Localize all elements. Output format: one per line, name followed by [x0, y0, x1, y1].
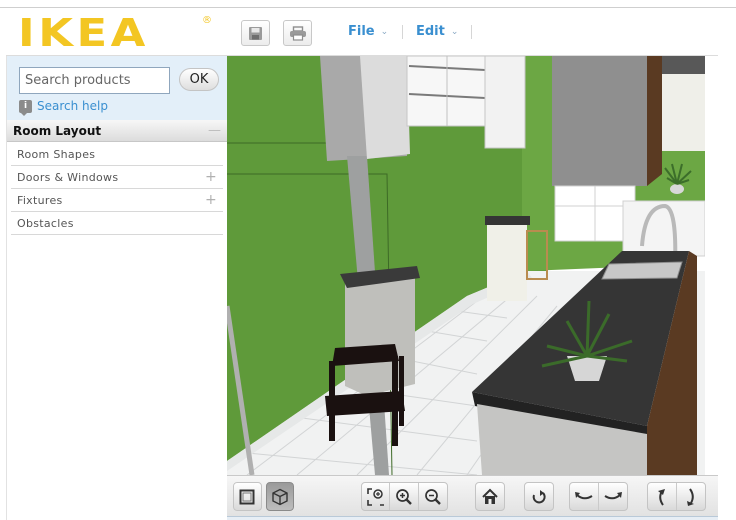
view-toolbar [227, 475, 718, 517]
cabinet-top [662, 56, 707, 74]
reset-rotation-button[interactable] [525, 483, 553, 510]
rotate-right-button[interactable] [599, 483, 627, 510]
search-help-label: Search help [37, 99, 108, 113]
3d-view-button[interactable] [265, 482, 294, 511]
rotate-reset-icon [532, 489, 546, 503]
room-layout-list: Room Shapes Doors & Windows + Fixtures +… [11, 143, 223, 235]
tilt-down-button[interactable] [677, 483, 705, 510]
rotate-left-icon [574, 491, 593, 499]
sidebar-item-label: Room Shapes [17, 147, 96, 161]
2d-view-button[interactable] [233, 482, 262, 511]
view-mode-group [233, 482, 294, 511]
cube-icon [272, 488, 288, 505]
zoom-group [361, 482, 448, 511]
collapse-icon[interactable]: — [208, 123, 221, 138]
window-top-border [0, 0, 736, 8]
zoom-fit-icon [366, 487, 384, 506]
section-title: Room Layout [13, 123, 102, 138]
reset-group [524, 482, 554, 511]
home-icon [482, 488, 498, 504]
rotate-group [569, 482, 628, 511]
file-menu[interactable]: File ⌄ [348, 24, 388, 39]
zoom-out-button[interactable] [419, 483, 447, 510]
sidebar-item-label: Obstacles [17, 216, 74, 230]
narrow-cabinet [487, 221, 527, 301]
zoom-out-icon [424, 488, 441, 505]
header: IKEA ® File ⌄ Edit ⌄ [6, 9, 718, 56]
tilt-group [647, 482, 706, 511]
upper-cabinet-right [484, 56, 526, 149]
info-bubble-icon: i [19, 99, 32, 116]
ikea-home-planner: IKEA ® File ⌄ Edit ⌄ Search products OK … [0, 0, 736, 520]
save-button[interactable] [241, 20, 270, 46]
narrow-cabinet-top [485, 216, 530, 225]
appliance [622, 200, 706, 257]
room-layout-header[interactable]: Room Layout — [7, 120, 227, 142]
zoom-in-icon [396, 488, 412, 505]
cabinet-side [647, 56, 662, 186]
ikea-logo: IKEA ® [18, 11, 212, 55]
floppy-disk-icon [249, 26, 262, 40]
menu-divider [471, 25, 472, 39]
range-hood [552, 56, 647, 186]
sidebar: OK i Search help Room Layout — Room Shap… [6, 56, 227, 520]
chevron-down-icon: ⌄ [450, 26, 459, 37]
sidebar-item-doors-windows[interactable]: Doors & Windows + [11, 166, 223, 189]
registered-mark: ® [202, 15, 212, 26]
search-panel: OK i Search help [7, 56, 227, 121]
expand-icon[interactable]: + [205, 169, 217, 185]
logo-text: IKEA [18, 11, 149, 55]
search-input[interactable] [19, 67, 170, 94]
sidebar-item-fixtures[interactable]: Fixtures + [11, 189, 223, 212]
tilt-down-icon [686, 487, 694, 506]
rotate-right-icon [604, 491, 622, 499]
search-ok-button[interactable]: OK [179, 68, 219, 91]
upper-cabinet [360, 56, 410, 159]
rotate-left-button[interactable] [570, 483, 599, 510]
zoom-in-button[interactable] [390, 483, 419, 510]
edit-menu-label: Edit [416, 24, 445, 39]
expand-icon[interactable]: + [205, 192, 217, 208]
search-help-link[interactable]: i Search help [19, 99, 108, 116]
sidebar-item-obstacles[interactable]: Obstacles [11, 212, 223, 235]
sidebar-item-label: Doors & Windows [17, 170, 119, 184]
chevron-down-icon: ⌄ [380, 26, 389, 37]
sink [601, 261, 683, 280]
menu-divider [402, 25, 403, 39]
sidebar-item-label: Fixtures [17, 193, 63, 207]
zoom-fit-button[interactable] [362, 483, 391, 510]
square-icon [239, 489, 255, 504]
home-view-button[interactable] [476, 483, 504, 510]
tilt-up-icon [657, 488, 665, 506]
printer-icon [289, 25, 306, 41]
edit-menu[interactable]: Edit ⌄ [416, 24, 458, 39]
home-group [475, 482, 505, 511]
file-menu-label: File [348, 24, 375, 39]
3d-room-viewport[interactable] [227, 56, 718, 475]
tilt-up-button[interactable] [648, 483, 677, 510]
tall-cabinet [345, 278, 415, 396]
sidebar-item-room-shapes[interactable]: Room Shapes [11, 143, 223, 166]
kitchen-3d-scene[interactable] [227, 56, 718, 475]
print-button[interactable] [283, 20, 312, 46]
viewport-edge [705, 56, 718, 475]
